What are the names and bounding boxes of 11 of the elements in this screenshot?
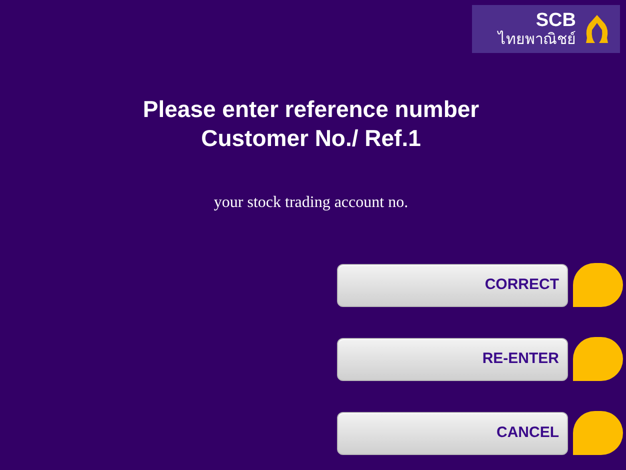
side-key[interactable] [573,337,623,381]
side-key[interactable] [573,263,623,307]
menu-button[interactable]: CANCEL [337,412,568,454]
menu-button[interactable]: RE-ENTER [337,338,568,380]
logo-text: ไทยพาณิชย์ [498,32,576,47]
logo-text: SCB [536,11,576,30]
hint-text: your stock trading account no. [214,193,408,213]
side-key[interactable] [573,411,623,455]
menu-button[interactable]: CORRECT [337,264,568,306]
prompt-title: Please enter reference number [142,95,480,124]
prompt-title: Customer No./ Ref.1 [201,124,421,153]
